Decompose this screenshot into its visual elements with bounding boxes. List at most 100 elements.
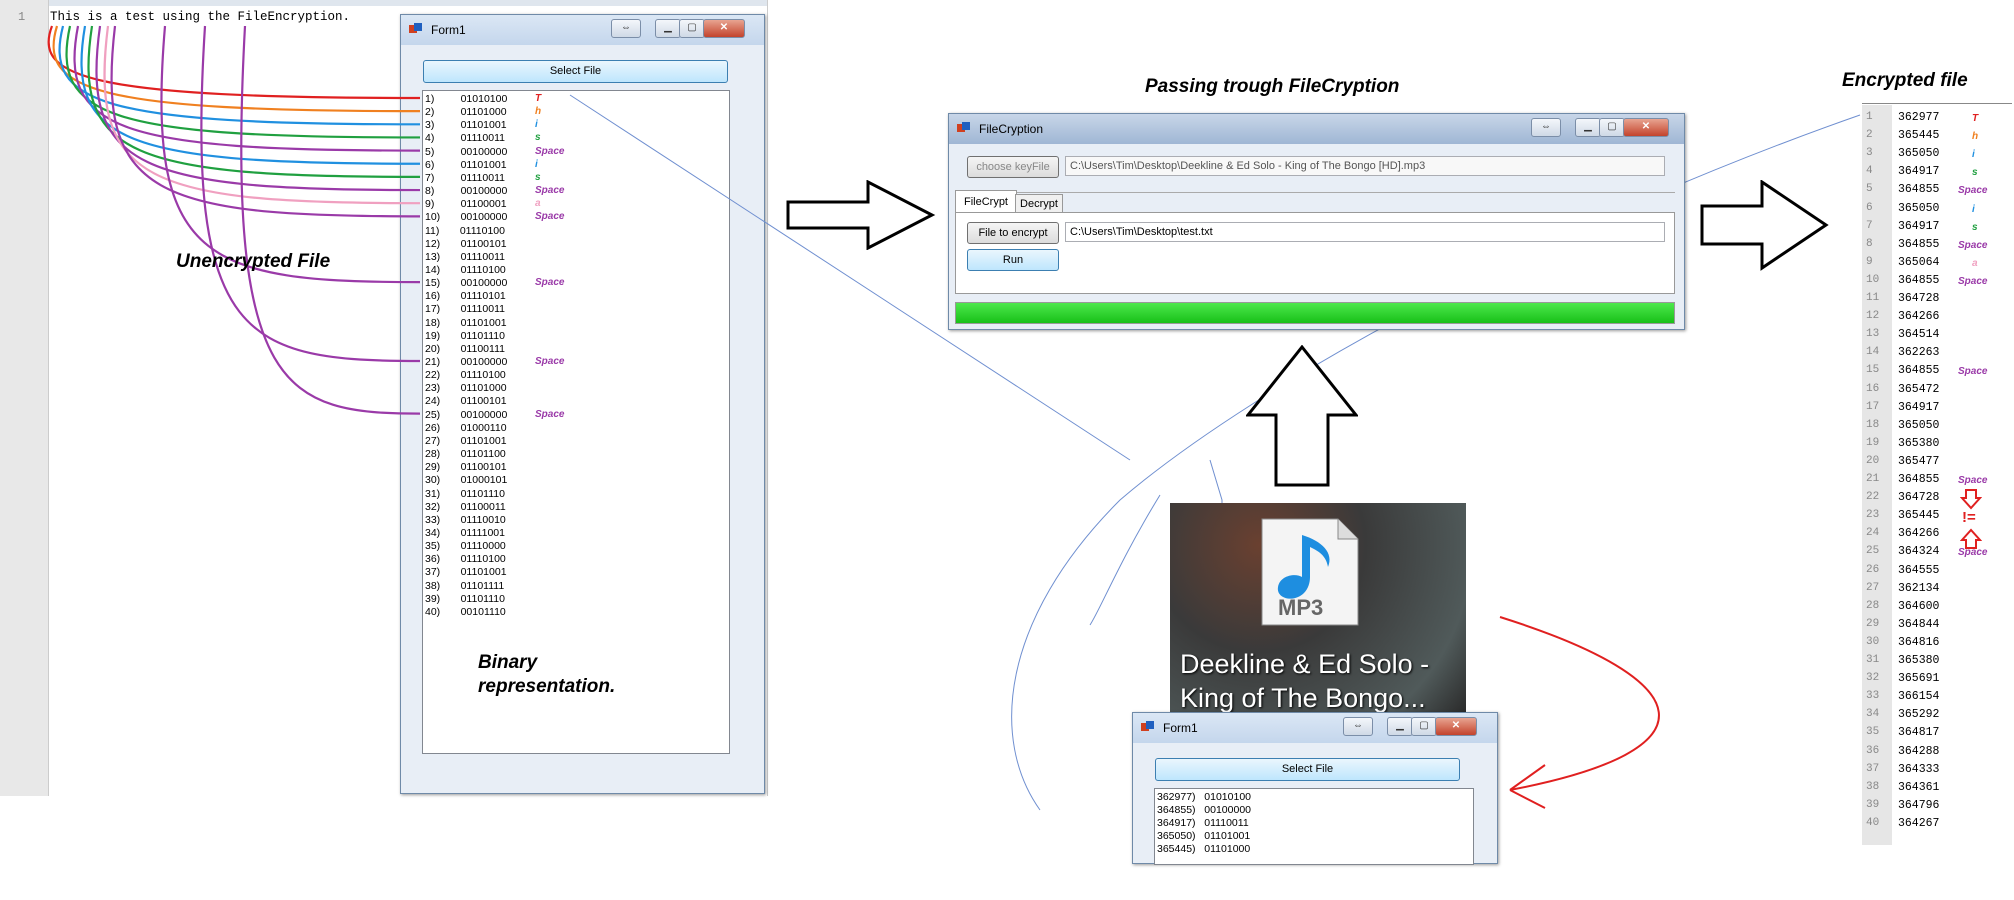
encrypted-value: 365477 [1898, 454, 1940, 468]
line-number: 11 [1866, 292, 1880, 304]
encrypted-value: 364288 [1898, 744, 1940, 758]
line-number: 13 [1866, 328, 1880, 341]
line-number: 5 [1866, 183, 1873, 196]
filecryption-window[interactable]: FileCryption ⇔ ▁ ▢ ✕ choose keyFile C:\U… [948, 113, 1685, 330]
maximize-button[interactable]: ▢ [1599, 118, 1625, 137]
title-bar[interactable] [949, 114, 1684, 144]
encrypted-value: 364266 [1898, 310, 1940, 324]
char-label: Space [1958, 366, 1988, 378]
line-number: 14 [1866, 346, 1880, 359]
encrypted-value: 364855 [1898, 237, 1940, 251]
unencrypted-file-label: Unencrypted File [176, 251, 331, 272]
encrypted-file-view[interactable]: 1 362977 2 365445 3 365050 4 364917 5 364855 6 3650… [1862, 105, 2002, 845]
result-row[interactable]: 364855) 00100000 [1157, 804, 1251, 816]
progress-fill [956, 303, 1674, 323]
encrypted-value: 364855 [1898, 183, 1940, 197]
char-label: s [1972, 221, 1978, 233]
progress-bar [955, 302, 1675, 324]
result-listbox[interactable]: 362977) 01010100 364855) 00100000 364917) … [1154, 788, 1474, 865]
encrypted-value: 362134 [1898, 581, 1940, 595]
divider [955, 192, 1675, 193]
line-number: 4 [1866, 165, 1873, 178]
file-path-field[interactable]: C:\Users\Tim\Desktop\test.txt [1065, 222, 1665, 242]
close-button[interactable]: ✕ [1435, 717, 1477, 736]
form-icon [1141, 721, 1154, 731]
encrypted-value: 364324 [1898, 545, 1940, 559]
line-number: 15 [1866, 364, 1880, 377]
music-note-icon: MP3 [1261, 518, 1359, 626]
encrypted-value: 364333 [1898, 762, 1940, 776]
arrow-right-icon [786, 180, 936, 250]
line-number: 35 [1866, 726, 1880, 739]
line-number: 1 [1866, 111, 1873, 123]
encrypted-value: 366154 [1898, 690, 1940, 704]
restore-arrows-icon[interactable]: ⇔ [1343, 717, 1373, 736]
char-label: Space [1958, 475, 1988, 486]
select-file-button[interactable]: Select File [1155, 758, 1460, 781]
result-row[interactable]: 364917) 01110011 [1157, 817, 1249, 829]
restore-arrows-icon[interactable]: ⇔ [1531, 118, 1561, 137]
char-label: s [1972, 167, 1978, 179]
down-arrow-icon [1960, 489, 1982, 510]
encrypted-value: 365472 [1898, 382, 1940, 396]
line-number: 38 [1866, 780, 1880, 793]
encrypted-value: 364855 [1898, 364, 1940, 378]
result-row[interactable]: 362977) 01010100 [1157, 791, 1251, 803]
encrypted-value: 362263 [1898, 346, 1940, 360]
file-to-encrypt-button[interactable]: File to encrypt [967, 222, 1059, 244]
mapping-curve [87, 25, 421, 178]
line-number: 20 [1866, 454, 1880, 467]
minimize-button[interactable]: ▁ [1387, 717, 1413, 736]
form-icon [957, 122, 970, 132]
passing-label: Passing trough FileCryption [1145, 76, 1400, 97]
choose-keyfile-button[interactable]: choose keyFile [967, 156, 1059, 178]
line-number: 34 [1866, 708, 1880, 721]
line-number: 28 [1866, 599, 1880, 612]
line-number: 6 [1866, 201, 1873, 214]
tab-decrypt[interactable]: Decrypt [1015, 194, 1063, 213]
arrow-up-icon [1246, 345, 1358, 487]
mapping-curve [200, 25, 421, 363]
binary-label-line1: Binary [478, 652, 538, 673]
minimize-button[interactable]: ▁ [1575, 118, 1601, 137]
char-label: T [1972, 113, 1979, 124]
encrypted-value: 364917 [1898, 400, 1940, 414]
up-arrow-icon [1960, 528, 1982, 549]
encrypted-value: 364555 [1898, 563, 1940, 577]
line-number: 12 [1866, 310, 1880, 323]
run-button[interactable]: Run [967, 249, 1059, 271]
form1-small-window[interactable]: Form1 ⇔ ▁ ▢ ✕ Select File 362977) 010101… [1132, 712, 1498, 865]
line-number: 39 [1866, 798, 1880, 811]
line-number: 40 [1866, 816, 1880, 829]
encrypted-value: 365050 [1898, 418, 1940, 432]
line-number: 31 [1866, 654, 1880, 666]
line-number: 24 [1866, 527, 1880, 540]
encrypted-value: 365445 [1898, 129, 1940, 143]
key-path-field[interactable]: C:\Users\Tim\Desktop\Deekline & Ed Solo … [1065, 156, 1665, 176]
encrypted-value: 364855 [1898, 473, 1940, 486]
encrypted-value: 364917 [1898, 219, 1940, 233]
encrypted-value: 365691 [1898, 672, 1940, 686]
result-row[interactable]: 365445) 01101000 [1157, 843, 1250, 855]
line-number: 23 [1866, 509, 1880, 522]
char-label: Space [1958, 239, 1988, 251]
tab-filecrypt[interactable]: FileCrypt [955, 190, 1017, 213]
close-button[interactable]: ✕ [1623, 118, 1669, 137]
line-number: 21 [1866, 473, 1880, 485]
window-title: FileCryption [979, 122, 1044, 136]
line-number: 32 [1866, 672, 1880, 685]
encrypted-value: 365050 [1898, 147, 1940, 161]
encrypted-file-label: Encrypted file [1842, 70, 1968, 91]
result-row[interactable]: 365050) 01101001 [1157, 830, 1250, 842]
line-number: 7 [1866, 219, 1873, 232]
arrow-right-icon-2 [1700, 180, 1829, 271]
line-number: 26 [1866, 563, 1880, 576]
mp3-file-icon[interactable]: MP3 Deekline & Ed Solo - King of The Bon… [1170, 503, 1466, 713]
encrypted-value: 365380 [1898, 436, 1940, 450]
char-label: Space [1958, 275, 1988, 287]
encrypted-value: 364728 [1898, 491, 1940, 505]
encrypted-value: 364817 [1898, 726, 1940, 740]
maximize-button[interactable]: ▢ [1411, 717, 1437, 736]
char-label: a [1972, 257, 1978, 269]
line-number: 17 [1866, 400, 1880, 413]
